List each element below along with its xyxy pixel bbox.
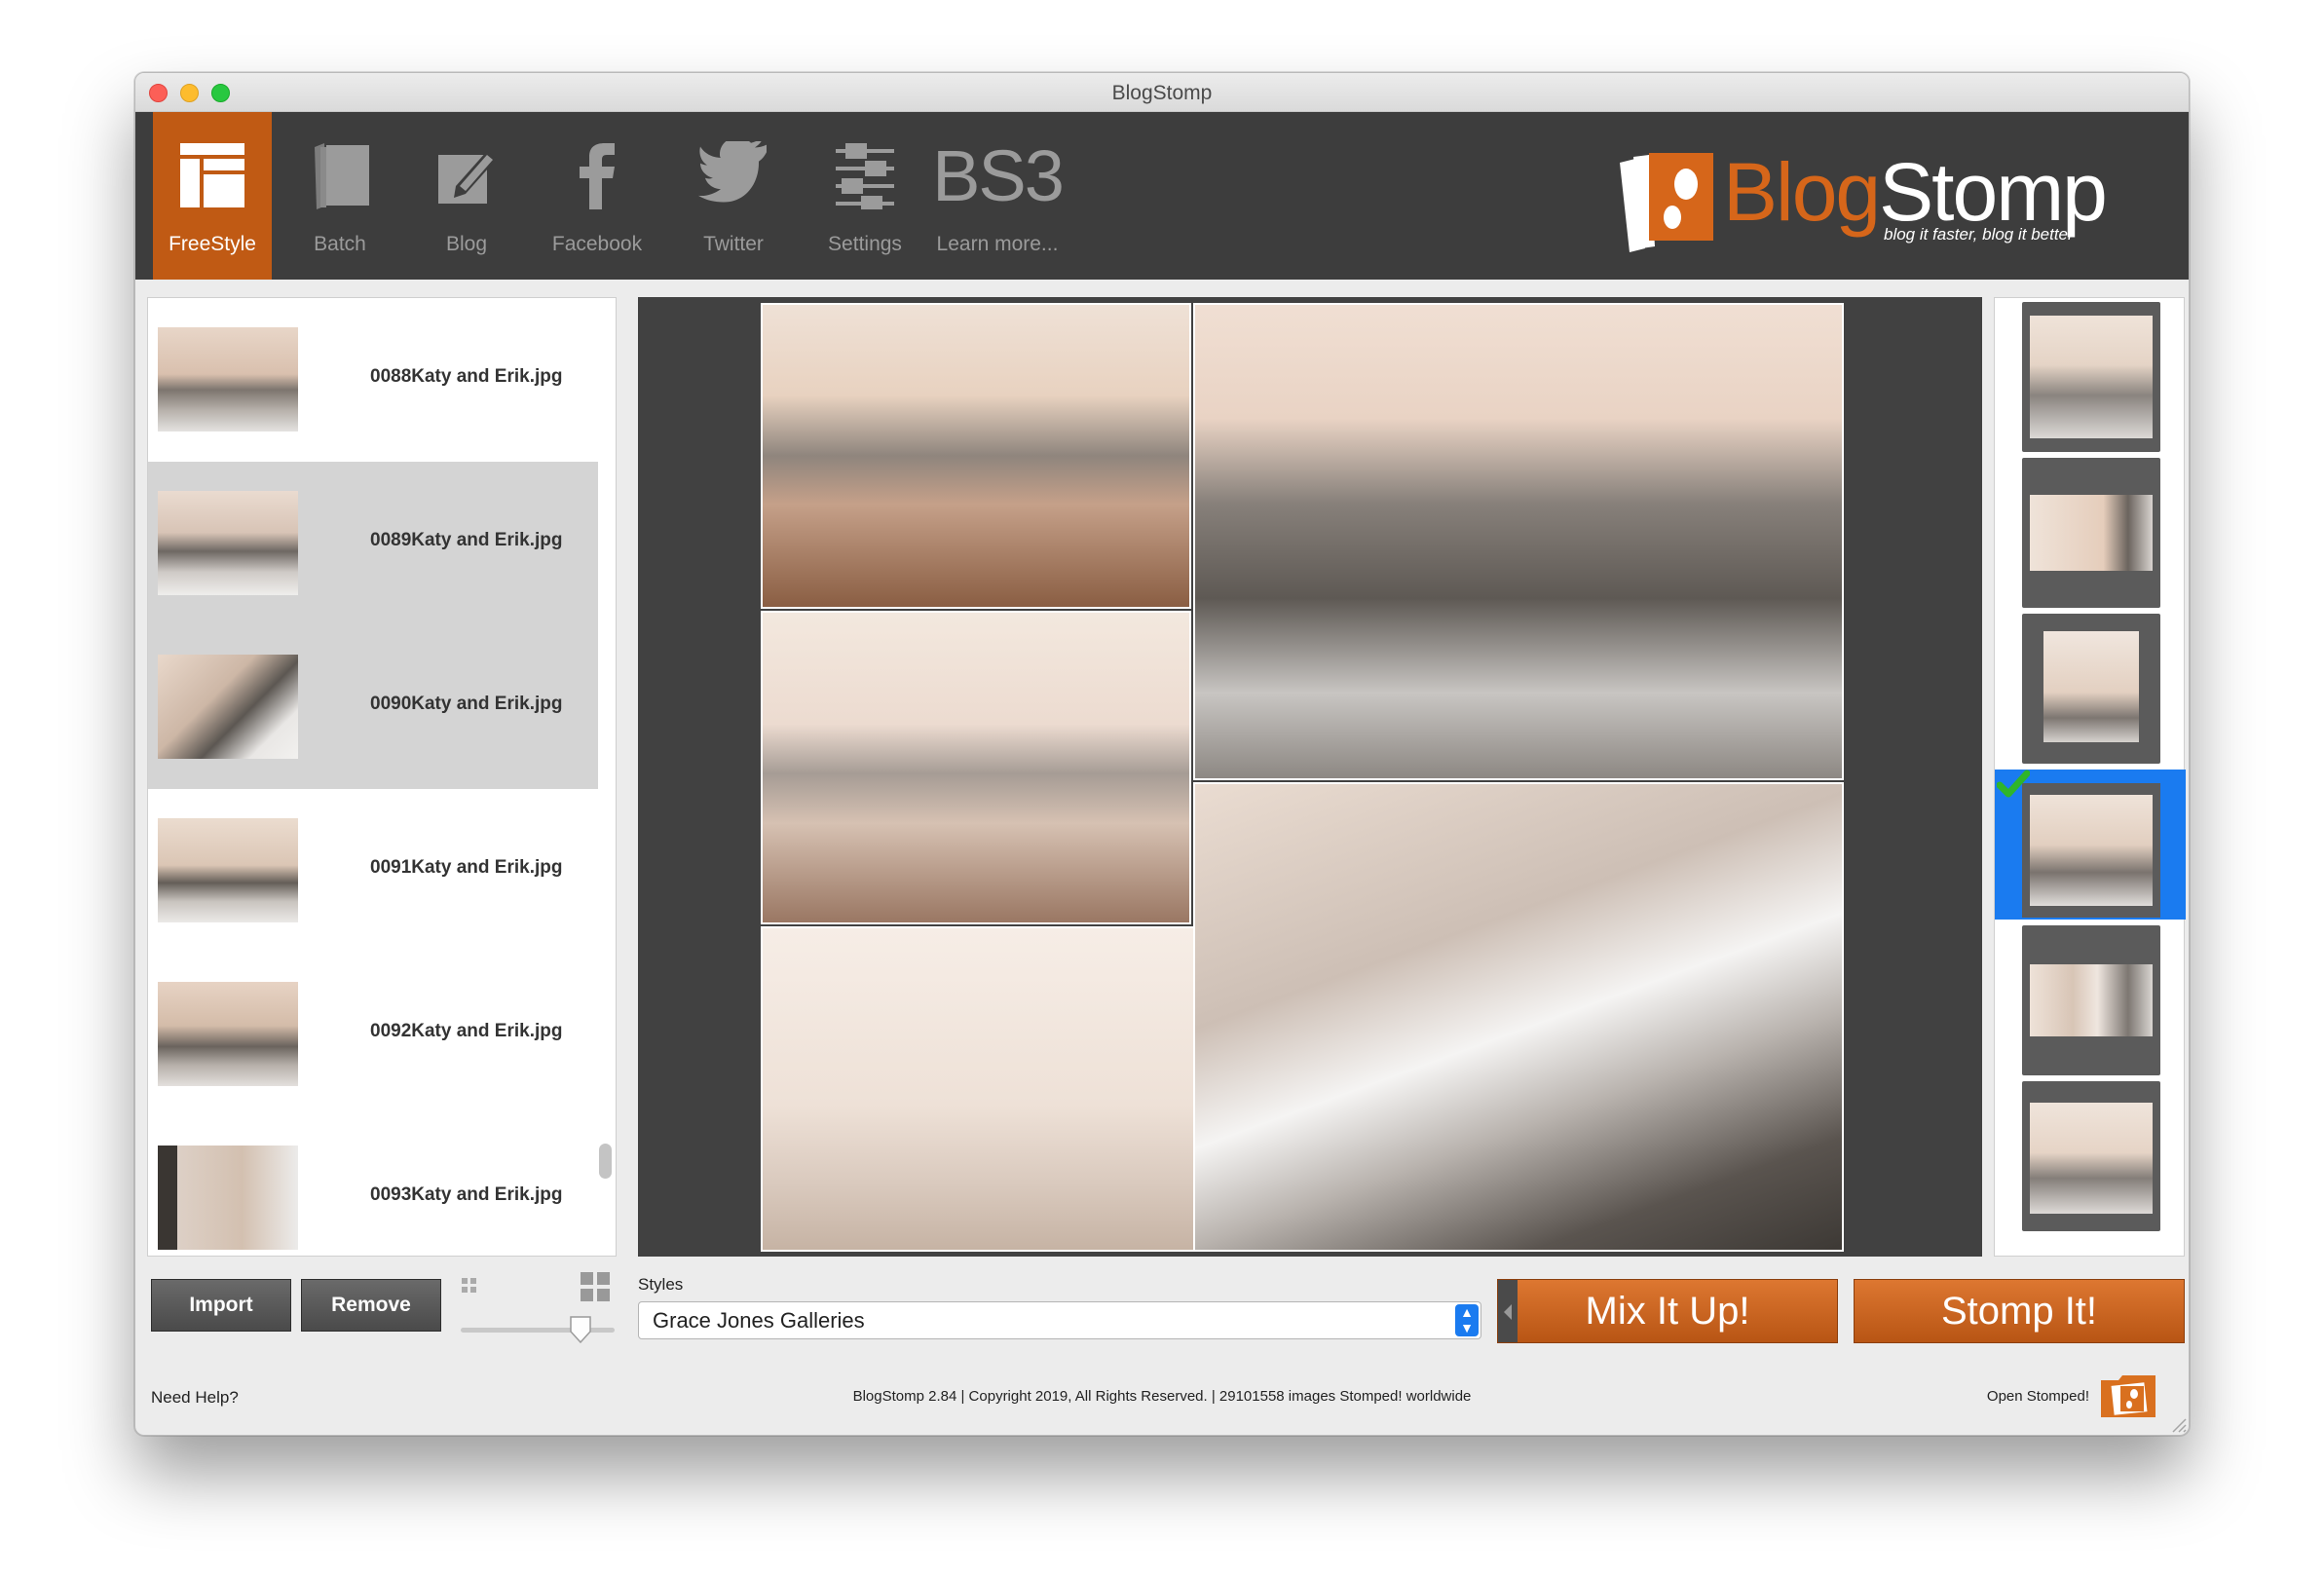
tab-facebook-label: Facebook xyxy=(551,233,643,255)
layout-preview xyxy=(2030,795,2153,906)
tab-freestyle[interactable]: FreeStyle xyxy=(147,112,272,280)
tab-batch-label: Batch xyxy=(314,233,366,255)
list-item[interactable]: 0093Katy and Erik.jpg xyxy=(148,1116,598,1256)
collage-canvas[interactable] xyxy=(638,297,1982,1257)
layout-preview xyxy=(2030,495,2153,571)
checkmark-icon xyxy=(1997,770,2030,798)
list-item[interactable]: 0090Katy and Erik.jpg xyxy=(148,625,598,789)
image-thumbnail xyxy=(158,982,298,1086)
layout-preview xyxy=(2043,631,2139,742)
tab-blog-label: Blog xyxy=(445,233,488,255)
collage-photo[interactable] xyxy=(1193,782,1844,1252)
main-toolbar: FreeStyle Batch Blog Facebook Twitter Se… xyxy=(135,112,2189,280)
list-item[interactable]: 0091Katy and Erik.jpg xyxy=(148,789,598,953)
styles-label: Styles xyxy=(638,1275,684,1294)
thumbnail-size-slider[interactable] xyxy=(461,1328,615,1333)
layout-preview xyxy=(2030,964,2153,1036)
image-thumbnail xyxy=(158,327,298,432)
tab-settings-label: Settings xyxy=(828,233,902,255)
caret-left-icon xyxy=(1504,1304,1512,1320)
blogstomp-logo: BlogStomp blog it faster, blog it better xyxy=(1616,145,2142,254)
stomp-it-button[interactable]: Stomp It! xyxy=(1854,1279,2185,1343)
tab-learn-more[interactable]: BS3 Learn more... xyxy=(930,112,1065,280)
batch-stack-icon xyxy=(315,143,369,209)
tab-twitter-label: Twitter xyxy=(703,233,764,255)
layout-option[interactable] xyxy=(2022,614,2160,764)
tab-freestyle-label: FreeStyle xyxy=(169,233,256,255)
open-stomped-label[interactable]: Open Stomped! xyxy=(1987,1388,2089,1405)
list-item[interactable]: 0089Katy and Erik.jpg xyxy=(148,462,598,625)
layout-option[interactable] xyxy=(2022,925,2160,1075)
window-title: BlogStomp xyxy=(1111,82,1213,104)
remove-button[interactable]: Remove xyxy=(301,1279,441,1332)
file-name: 0090Katy and Erik.jpg xyxy=(370,694,563,714)
resize-grip-icon[interactable] xyxy=(2169,1415,2187,1433)
collage-photo[interactable] xyxy=(761,611,1191,924)
layout-option[interactable] xyxy=(2022,1081,2160,1231)
layout-option-selected[interactable] xyxy=(1995,770,2186,920)
collage-photo[interactable] xyxy=(761,303,1191,609)
styles-dropdown[interactable]: Grace Jones Galleries ▲ ▼ xyxy=(638,1301,1481,1339)
app-window: BlogStomp FreeStyle Batch Blog Facebook … xyxy=(134,72,2190,1436)
image-thumbnail xyxy=(158,1146,298,1250)
image-thumbnail xyxy=(158,491,298,595)
file-name: 0092Katy and Erik.jpg xyxy=(370,1021,563,1041)
mix-it-up-button[interactable]: Mix It Up! xyxy=(1497,1279,1838,1343)
bs3-icon: BS3 xyxy=(932,135,1065,216)
small-thumbnails-icon xyxy=(462,1278,476,1293)
file-name: 0089Katy and Erik.jpg xyxy=(370,530,563,550)
mix-it-up-label: Mix It Up! xyxy=(1585,1290,1750,1333)
tab-facebook[interactable]: Facebook xyxy=(529,112,665,280)
collage-photo[interactable] xyxy=(761,926,1195,1252)
twitter-bird-icon xyxy=(698,141,767,203)
logo-tagline: blog it faster, blog it better xyxy=(1884,225,2074,244)
title-bar: BlogStomp xyxy=(135,73,2189,112)
dropdown-arrows-icon: ▲ ▼ xyxy=(1455,1304,1479,1336)
facebook-icon xyxy=(580,143,615,209)
logo-word-stomp: Stomp xyxy=(1879,146,2108,238)
tab-settings[interactable]: Settings xyxy=(806,112,924,280)
tab-batch[interactable]: Batch xyxy=(278,112,402,280)
layout-preview xyxy=(2030,1103,2153,1214)
file-name: 0088Katy and Erik.jpg xyxy=(370,366,563,387)
layout-styles-panel[interactable] xyxy=(1994,297,2186,1257)
list-item[interactable]: 0088Katy and Erik.jpg xyxy=(148,298,598,462)
image-thumbnail xyxy=(158,655,298,759)
settings-sliders-icon xyxy=(836,143,894,209)
layout-option[interactable] xyxy=(2022,458,2160,608)
copyright-text: BlogStomp 2.84 | Copyright 2019, All Rig… xyxy=(852,1388,1472,1405)
blog-pen-icon xyxy=(438,151,497,204)
folder-icon[interactable] xyxy=(2099,1372,2157,1419)
import-button[interactable]: Import xyxy=(151,1279,291,1332)
list-item[interactable]: 0092Katy and Erik.jpg xyxy=(148,953,598,1116)
list-scrollbar[interactable] xyxy=(599,1144,612,1179)
logo-foot-icon xyxy=(1620,153,1713,252)
layout-preview xyxy=(2030,316,2153,438)
tab-blog[interactable]: Blog xyxy=(408,112,525,280)
image-list-panel[interactable]: 0088Katy and Erik.jpg 0089Katy and Erik.… xyxy=(147,297,617,1257)
freestyle-layout-icon xyxy=(180,143,244,207)
file-name: 0091Katy and Erik.jpg xyxy=(370,857,563,878)
large-thumbnails-icon xyxy=(581,1272,610,1301)
tab-twitter[interactable]: Twitter xyxy=(667,112,800,280)
tab-learn-more-label: Learn more... xyxy=(936,233,1059,255)
styles-dropdown-value: Grace Jones Galleries xyxy=(653,1308,865,1333)
layout-option[interactable] xyxy=(2022,302,2160,452)
file-name: 0093Katy and Erik.jpg xyxy=(370,1184,563,1205)
logo-word-blog: Blog xyxy=(1723,146,1881,238)
collage-photo[interactable] xyxy=(1193,303,1844,780)
image-thumbnail xyxy=(158,818,298,922)
slider-knob[interactable] xyxy=(570,1316,591,1343)
